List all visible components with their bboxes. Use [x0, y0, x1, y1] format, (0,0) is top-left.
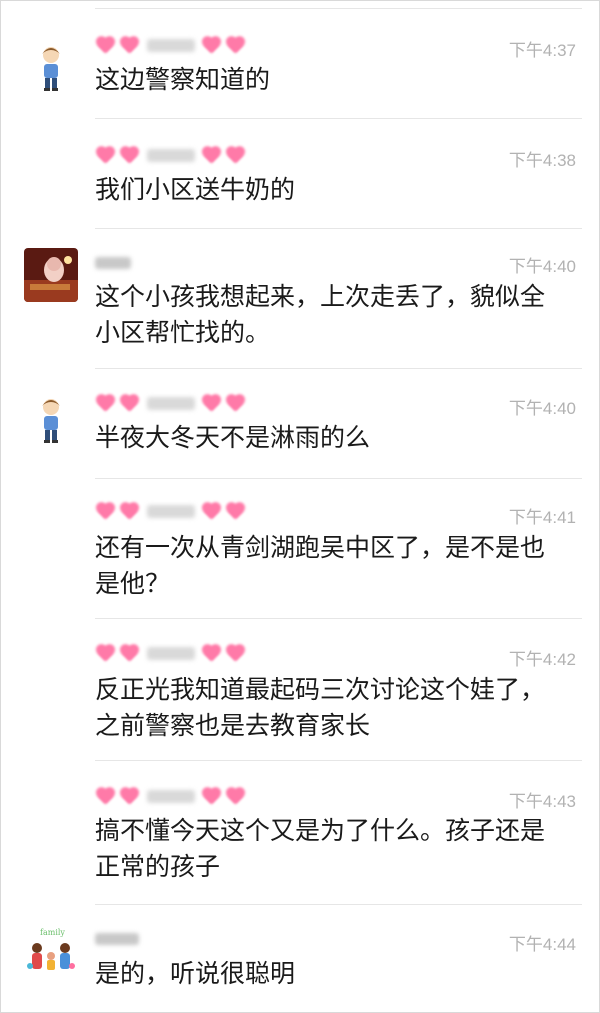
message-time: 下午4:40 [508, 399, 576, 418]
message-divider [95, 118, 582, 119]
blurred-text [95, 257, 131, 269]
heart-emoji-icon [201, 786, 223, 806]
sender-name-blurred [95, 928, 139, 950]
blurred-text [147, 38, 195, 52]
heart-emoji-icon [95, 786, 117, 806]
message-item: 下午4:40 这个小孩我想起来，上次走丢了，貌似全小区帮忙找的。 [0, 228, 600, 368]
svg-text:family: family [40, 928, 65, 937]
blurred-text [147, 396, 195, 410]
message-divider [95, 8, 582, 9]
message-divider [95, 228, 582, 229]
blurred-text [147, 504, 195, 518]
blurred-text [147, 789, 195, 803]
sender-name-blurred [95, 500, 247, 522]
avatar[interactable] [24, 42, 78, 96]
heart-emoji-icon [119, 145, 141, 165]
heart-emoji-icon [95, 35, 117, 55]
sender-name-blurred [95, 144, 247, 166]
message-item: 下午4:40 半夜大冬天不是淋雨的么 [0, 368, 600, 478]
message-text: 反正光我知道最起码三次讨论这个娃了，之前警察也是去教育家长 [95, 675, 546, 740]
message-text: 这个小孩我想起来，上次走丢了，貌似全小区帮忙找的。 [95, 282, 546, 347]
heart-emoji-icon [95, 643, 117, 663]
message-divider [95, 478, 582, 479]
sender-name-blurred [95, 785, 247, 807]
message-time: 下午4:43 [508, 792, 576, 811]
heart-emoji-icon [119, 35, 141, 55]
heart-emoji-icon [201, 35, 223, 55]
message-divider [95, 760, 582, 761]
message-divider [95, 368, 582, 369]
message-item: 下午4:41 还有一次从青剑湖跑吴中区了，是不是也是他？ [0, 478, 600, 618]
heart-emoji-icon [225, 393, 247, 413]
message-time: 下午4:42 [508, 650, 576, 669]
heart-emoji-icon [201, 501, 223, 521]
sender-name-blurred [95, 252, 131, 274]
blurred-text [147, 646, 195, 660]
message-item: 下午4:43 搞不懂今天这个又是为了什么。孩子还是正常的孩子 [0, 760, 600, 904]
sender-name-blurred [95, 642, 247, 664]
message-text: 这边警察知道的 [95, 65, 271, 94]
blurred-text [95, 933, 139, 945]
heart-emoji-icon [201, 393, 223, 413]
heart-emoji-icon [225, 643, 247, 663]
heart-emoji-icon [225, 145, 247, 165]
heart-emoji-icon [119, 786, 141, 806]
blurred-text [147, 148, 195, 162]
message-text: 是的，听说很聪明 [95, 959, 296, 988]
photo-figurine-icon [24, 248, 78, 302]
message-time: 下午4:38 [508, 151, 576, 170]
message-divider [95, 904, 582, 905]
cartoon-boy-icon [42, 399, 60, 443]
heart-emoji-icon [201, 145, 223, 165]
heart-emoji-icon [119, 643, 141, 663]
avatar[interactable]: family [24, 926, 78, 980]
message-time: 下午4:40 [508, 257, 576, 276]
heart-emoji-icon [201, 643, 223, 663]
message-text: 我们小区送牛奶的 [95, 175, 296, 204]
message-text: 还有一次从青剑湖跑吴中区了，是不是也是他？ [95, 533, 546, 598]
heart-emoji-icon [119, 501, 141, 521]
message-item: family 下午4:44 是的，听说很聪明 [0, 904, 600, 1010]
heart-emoji-icon [225, 35, 247, 55]
heart-emoji-icon [95, 393, 117, 413]
message-item: 下午4:42 反正光我知道最起码三次讨论这个娃了，之前警察也是去教育家长 [0, 618, 600, 760]
message-time: 下午4:41 [508, 508, 576, 527]
heart-emoji-icon [95, 501, 117, 521]
heart-emoji-icon [95, 145, 117, 165]
message-text: 半夜大冬天不是淋雨的么 [95, 423, 371, 452]
message-text: 搞不懂今天这个又是为了什么。孩子还是正常的孩子 [95, 816, 546, 881]
message-time: 下午4:44 [508, 935, 576, 954]
cartoon-boy-icon [42, 47, 60, 91]
message-item: 下午4:38 我们小区送牛奶的 [0, 118, 600, 228]
family-cartoon-icon: family [24, 926, 78, 980]
avatar[interactable] [24, 248, 78, 302]
message-time: 下午4:37 [508, 41, 576, 60]
heart-emoji-icon [225, 786, 247, 806]
sender-name-blurred [95, 34, 247, 56]
message-divider [95, 618, 582, 619]
message-item: 下午4:37 这边警察知道的 [0, 8, 600, 118]
sender-name-blurred [95, 392, 247, 414]
heart-emoji-icon [225, 501, 247, 521]
heart-emoji-icon [119, 393, 141, 413]
avatar[interactable] [24, 394, 78, 448]
